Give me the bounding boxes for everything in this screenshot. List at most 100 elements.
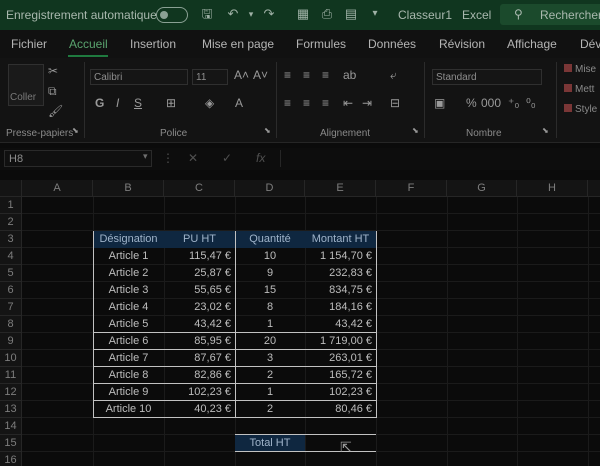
enter-icon[interactable]: ✓ — [222, 151, 232, 165]
cell-quantite[interactable]: 2 — [235, 401, 305, 418]
column-header[interactable]: G — [447, 180, 517, 197]
column-header[interactable]: F — [376, 180, 447, 197]
cell-designation[interactable]: Article 3 — [93, 282, 164, 299]
align-top-icon[interactable]: ≡ — [284, 68, 291, 82]
align-center-icon[interactable]: ≡ — [303, 96, 310, 110]
cell-pu-ht[interactable]: 25,87 € — [164, 265, 235, 282]
shrink-font-icon[interactable]: A˅ — [253, 68, 268, 82]
row-header[interactable]: 1 — [0, 197, 22, 214]
number-launcher-icon[interactable]: ⬊ — [542, 126, 549, 135]
cell-pu-ht[interactable]: 82,86 € — [164, 367, 235, 384]
column-header[interactable]: H — [517, 180, 588, 197]
tab-revision[interactable]: Révision — [439, 37, 485, 51]
cell-pu-ht[interactable]: 23,02 € — [164, 299, 235, 316]
merge-center-icon[interactable]: ⊟ — [390, 96, 400, 110]
align-bottom-icon[interactable]: ≡ — [322, 68, 329, 82]
decrease-decimal-icon[interactable]: ⁰₀ — [526, 96, 536, 110]
format-painter-icon[interactable]: 🖌 — [48, 104, 63, 118]
currency-format-icon[interactable]: ▣ — [434, 96, 445, 110]
bold-button[interactable]: G — [95, 96, 104, 110]
cell-designation[interactable]: Article 4 — [93, 299, 164, 316]
cell-pu-ht[interactable]: 85,95 € — [164, 333, 235, 350]
tab-mise-en-page[interactable]: Mise en page — [202, 37, 274, 51]
cell-montant-ht[interactable]: 43,42 € — [305, 316, 376, 333]
format-as-table-button[interactable]: Mett — [564, 84, 594, 95]
align-right-icon[interactable]: ≡ — [322, 96, 329, 110]
cell-quantite[interactable]: 1 — [235, 384, 305, 401]
row-header[interactable]: 3 — [0, 231, 22, 248]
underline-button[interactable]: S — [134, 96, 142, 110]
alignment-launcher-icon[interactable]: ⬊ — [412, 126, 419, 135]
cell-quantite[interactable]: 15 — [235, 282, 305, 299]
row-header[interactable]: 4 — [0, 248, 22, 265]
cell-montant-ht[interactable]: 184,16 € — [305, 299, 376, 316]
grid-icon[interactable]: ▤ — [344, 7, 358, 21]
header-quantite[interactable]: Quantité — [235, 231, 305, 248]
row-header[interactable]: 9 — [0, 333, 22, 350]
row-header[interactable]: 8 — [0, 316, 22, 333]
column-header[interactable]: A — [22, 180, 93, 197]
cell-designation[interactable]: Article 8 — [93, 367, 164, 384]
cell-designation[interactable]: Article 2 — [93, 265, 164, 282]
increase-indent-icon[interactable]: ⇥ — [362, 96, 372, 110]
print-icon[interactable]: ⎙ — [320, 7, 334, 21]
cancel-icon[interactable]: ✕ — [188, 151, 198, 165]
cell-quantite[interactable]: 10 — [235, 248, 305, 265]
cell-designation[interactable]: Article 6 — [93, 333, 164, 350]
row-header[interactable]: 16 — [0, 452, 22, 466]
cell-designation[interactable]: Article 5 — [93, 316, 164, 333]
clipboard-launcher-icon[interactable]: ⬊ — [72, 126, 79, 135]
cell-montant-ht[interactable]: 102,23 € — [305, 384, 376, 401]
tab-formules[interactable]: Formules — [296, 37, 346, 51]
row-header[interactable]: 11 — [0, 367, 22, 384]
cell-designation[interactable]: Article 7 — [93, 350, 164, 367]
row-header[interactable]: 14 — [0, 418, 22, 435]
search-box[interactable]: ⚲ Rechercher — [500, 4, 600, 25]
insert-function-button[interactable]: fx — [256, 151, 265, 165]
header-pu-ht[interactable]: PU HT — [164, 231, 235, 248]
tab-fichier[interactable]: Fichier — [11, 37, 47, 51]
font-color-icon[interactable]: A — [235, 96, 243, 110]
table-icon[interactable]: ▦ — [296, 7, 310, 21]
tab-insertion[interactable]: Insertion — [130, 37, 176, 51]
number-format-select[interactable]: Standard — [432, 69, 542, 85]
tab-developpeur[interactable]: Dév — [580, 37, 600, 51]
header-designation[interactable]: Désignation — [93, 231, 164, 248]
undo-icon[interactable]: ↶ — [226, 7, 240, 21]
column-header[interactable] — [588, 180, 600, 197]
cell-quantite[interactable]: 9 — [235, 265, 305, 282]
fill-color-icon[interactable]: ◈ — [205, 96, 214, 110]
column-header[interactable]: D — [235, 180, 305, 197]
cell-quantite[interactable]: 8 — [235, 299, 305, 316]
tab-donnees[interactable]: Données — [368, 37, 416, 51]
save-icon[interactable]: 🖫 — [200, 7, 214, 21]
cell-quantite[interactable]: 20 — [235, 333, 305, 350]
row-header[interactable]: 5 — [0, 265, 22, 282]
row-header[interactable]: 10 — [0, 350, 22, 367]
tab-affichage[interactable]: Affichage — [507, 37, 557, 51]
cell-styles-button[interactable]: Style — [564, 104, 597, 115]
cell-montant-ht[interactable]: 1 154,70 € — [305, 248, 376, 265]
cell-quantite[interactable]: 2 — [235, 367, 305, 384]
font-size-select[interactable]: 11 — [192, 69, 228, 85]
font-launcher-icon[interactable]: ⬊ — [264, 126, 271, 135]
cell-quantite[interactable]: 3 — [235, 350, 305, 367]
cell-montant-ht[interactable]: 1 719,00 € — [305, 333, 376, 350]
header-montant-ht[interactable]: Montant HT — [305, 231, 376, 248]
column-header[interactable]: C — [164, 180, 235, 197]
percent-icon[interactable]: % — [466, 96, 477, 110]
cell-montant-ht[interactable]: 165,72 € — [305, 367, 376, 384]
row-header[interactable]: 7 — [0, 299, 22, 316]
total-ht-label[interactable]: Total HT — [235, 435, 305, 452]
autosave-toggle[interactable] — [156, 7, 188, 23]
grow-font-icon[interactable]: A˄ — [234, 68, 249, 82]
cell-designation[interactable]: Article 9 — [93, 384, 164, 401]
redo-icon[interactable]: ↷ — [262, 7, 276, 21]
customize-toolbar-icon[interactable]: ▾ — [368, 7, 382, 21]
row-header[interactable]: 13 — [0, 401, 22, 418]
name-box[interactable]: H8 — [4, 150, 152, 167]
thousands-separator-icon[interactable]: 000 — [481, 96, 501, 110]
cell-pu-ht[interactable]: 87,67 € — [164, 350, 235, 367]
cell-designation[interactable]: Article 1 — [93, 248, 164, 265]
orientation-icon[interactable]: ab — [343, 68, 356, 82]
